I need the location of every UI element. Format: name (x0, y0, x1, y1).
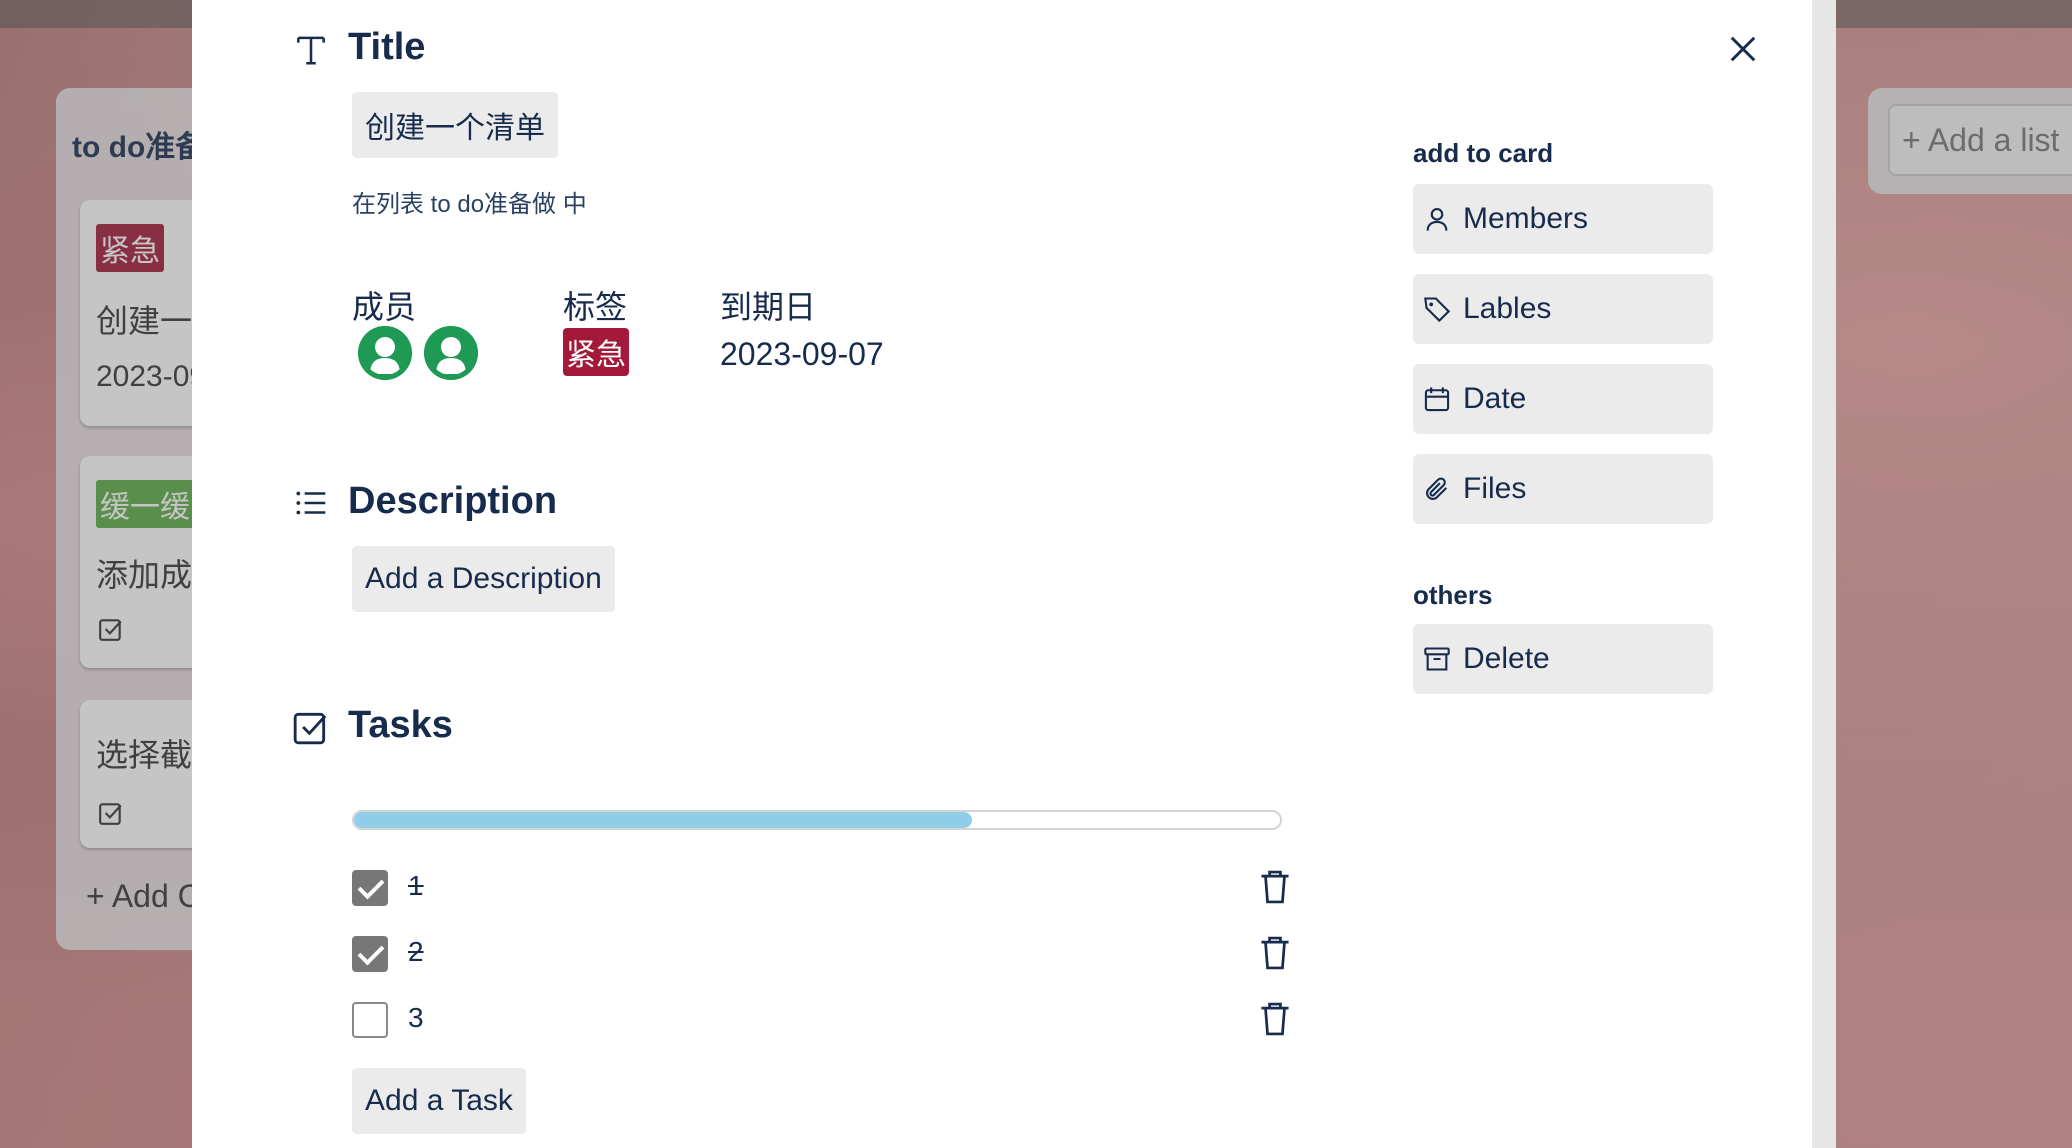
task-name[interactable]: 2 (408, 936, 424, 968)
user-icon (424, 326, 478, 380)
trash-icon[interactable] (1258, 1000, 1292, 1038)
task-item: 3 (352, 1000, 1312, 1040)
title-field[interactable]: 创建一个清单 (352, 92, 558, 158)
paperclip-icon (1426, 477, 1448, 500)
close-icon[interactable] (1728, 34, 1758, 64)
date-button-label: Date (1463, 382, 1527, 415)
due-date-value[interactable]: 2023-09-07 (720, 336, 884, 373)
delete-button-label: Delete (1463, 642, 1550, 675)
tasks-heading: Tasks (348, 704, 453, 746)
tasks-progress-fill (354, 812, 972, 828)
labels-button[interactable]: Lables (1413, 274, 1713, 344)
due-date-label: 到期日 (720, 289, 817, 325)
checklist-icon (293, 712, 327, 745)
modal-scrollbar[interactable] (1812, 0, 1836, 1148)
list-lines-icon (296, 491, 326, 515)
tag-icon (1424, 297, 1451, 323)
add-task-button[interactable]: Add a Task (352, 1068, 526, 1134)
task-name[interactable]: 1 (408, 870, 424, 902)
files-button[interactable]: Files (1413, 454, 1713, 524)
date-button[interactable]: Date (1413, 364, 1713, 434)
task-checkbox[interactable] (352, 870, 388, 906)
add-description-button[interactable]: Add a Description (352, 546, 615, 612)
list-location: 在列表 to do准备做 中 (352, 191, 587, 218)
add-to-card-heading: add to card (1413, 138, 1554, 168)
trash-icon[interactable] (1258, 868, 1292, 906)
trash-icon[interactable] (1258, 934, 1292, 972)
user-icon (358, 326, 412, 380)
task-checkbox[interactable] (352, 936, 388, 972)
task-name[interactable]: 3 (408, 1002, 424, 1034)
tag-badge[interactable]: 紧急 (563, 328, 629, 376)
calendar-icon (1424, 387, 1450, 412)
archive-icon (1424, 647, 1450, 671)
others-heading: others (1413, 580, 1493, 610)
tags-label: 标签 (563, 289, 628, 325)
tasks-progress-bar (352, 810, 1282, 830)
members-button[interactable]: Members (1413, 184, 1713, 254)
avatar[interactable] (358, 326, 412, 380)
labels-button-label: Lables (1463, 292, 1552, 325)
text-icon (297, 36, 325, 65)
members-button-label: Members (1463, 202, 1589, 235)
task-checkbox[interactable] (352, 1002, 388, 1038)
delete-button[interactable]: Delete (1413, 624, 1713, 694)
task-item: 1 (352, 868, 1312, 908)
members-label: 成员 (352, 289, 417, 325)
person-icon (1426, 208, 1448, 231)
card-detail-modal: Title 创建一个清单 在列表 to do准备做 中 成员 标签 紧急 到期日… (192, 0, 1812, 1148)
task-item: 2 (352, 934, 1312, 974)
files-button-label: Files (1463, 472, 1527, 505)
description-heading: Description (348, 480, 558, 522)
title-heading: Title (348, 26, 426, 68)
avatar[interactable] (424, 326, 478, 380)
